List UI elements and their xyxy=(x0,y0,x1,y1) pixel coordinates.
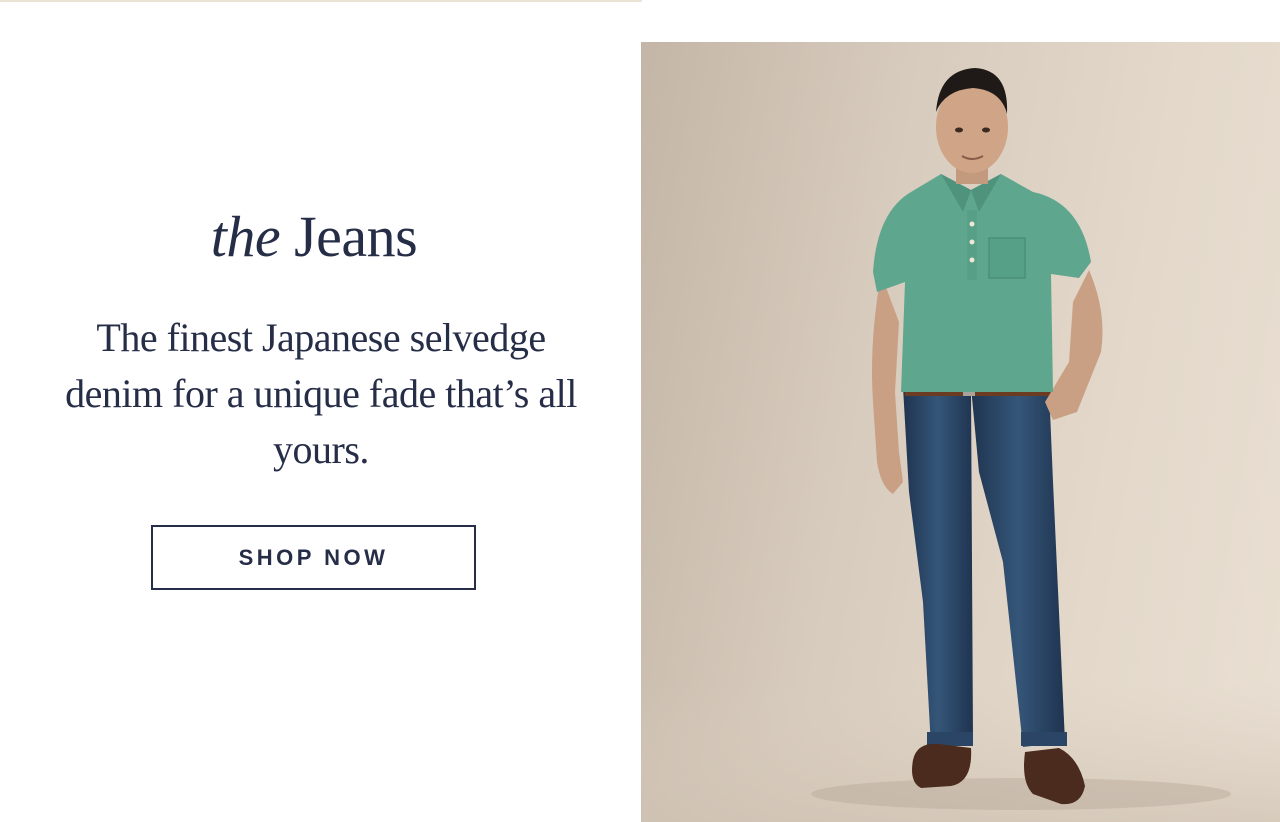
product-photo[interactable] xyxy=(641,42,1280,822)
shop-now-button[interactable]: SHOP NOW xyxy=(151,525,476,590)
model-illustration xyxy=(641,68,1280,822)
promo-copy: the Jeans The finest Japanese selvedge d… xyxy=(0,42,641,822)
promo-title-italic: the xyxy=(210,204,281,269)
promo-description: The finest Japanese selvedge denim for a… xyxy=(65,315,577,472)
top-divider xyxy=(0,0,642,2)
promo-title: the Jeans xyxy=(0,202,628,272)
promo-title-main: Jeans xyxy=(294,204,418,269)
